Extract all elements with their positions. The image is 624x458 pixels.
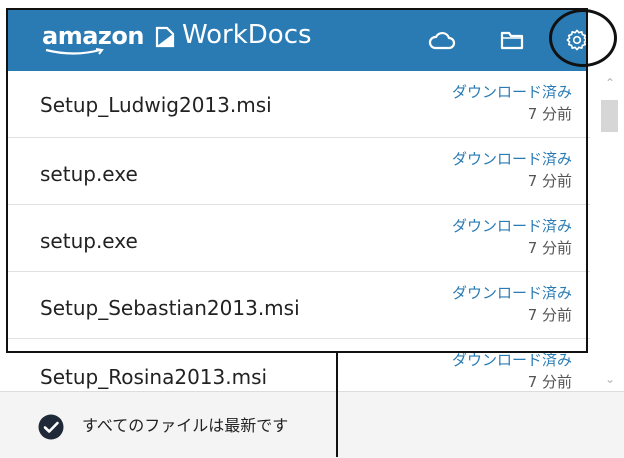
- file-name: Setup_Sebastian2013.msi: [40, 296, 300, 320]
- vertical-scrollbar[interactable]: ⌃ ⌄: [596, 72, 624, 390]
- file-row[interactable]: Setup_Sebastian2013.msi ダウンロード済み 7 分前: [8, 272, 590, 339]
- download-time: 7 分前: [527, 373, 572, 391]
- download-status: ダウンロード済み: [451, 284, 572, 302]
- file-row[interactable]: setup.exe ダウンロード済み 7 分前: [8, 138, 590, 205]
- amazon-smile-icon: [45, 48, 104, 55]
- logo-product-text: WorkDocs: [181, 20, 312, 50]
- file-name: setup.exe: [40, 229, 138, 253]
- folder-icon[interactable]: [498, 26, 526, 54]
- download-status: ダウンロード済み: [451, 217, 572, 235]
- download-time: 7 分前: [527, 306, 572, 324]
- file-row[interactable]: Setup_Rosina2013.msi ダウンロード済み 7 分前: [8, 339, 590, 391]
- sync-status-text: すべてのファイルは最新です: [82, 416, 289, 435]
- file-list: Setup_Ludwig2013.msi ダウンロード済み 7 分前 setup…: [8, 71, 594, 391]
- file-row[interactable]: setup.exe ダウンロード済み 7 分前: [8, 205, 590, 272]
- file-name: Setup_Ludwig2013.msi: [40, 93, 272, 117]
- download-status: ダウンロード済み: [451, 150, 572, 168]
- download-time: 7 分前: [527, 172, 572, 190]
- document-icon: [155, 26, 175, 48]
- file-name: setup.exe: [40, 162, 138, 186]
- file-row[interactable]: Setup_Ludwig2013.msi ダウンロード済み 7 分前: [8, 71, 590, 138]
- logo-amazon-text: amazon: [42, 22, 144, 50]
- cloud-icon[interactable]: [428, 26, 456, 54]
- download-status: ダウンロード済み: [451, 83, 572, 101]
- scroll-thumb[interactable]: [601, 100, 618, 132]
- download-time: 7 分前: [527, 239, 572, 257]
- callout-line: [336, 351, 588, 353]
- callout-line: [336, 351, 338, 457]
- scroll-down-arrow-icon[interactable]: ⌄: [596, 368, 624, 390]
- app-header: amazon WorkDocs: [8, 8, 588, 71]
- workdocs-logo: amazon WorkDocs: [42, 20, 312, 60]
- workdocs-panel: amazon WorkDocs Setup_Ludwig2013.msi ダウン…: [0, 0, 624, 458]
- download-time: 7 分前: [527, 105, 572, 123]
- scroll-up-arrow-icon[interactable]: ⌃: [596, 72, 624, 94]
- gear-icon[interactable]: [563, 26, 591, 54]
- sync-status-bar: すべてのファイルは最新です: [0, 391, 624, 458]
- file-name: Setup_Rosina2013.msi: [40, 365, 268, 389]
- check-circle-icon: [38, 414, 64, 440]
